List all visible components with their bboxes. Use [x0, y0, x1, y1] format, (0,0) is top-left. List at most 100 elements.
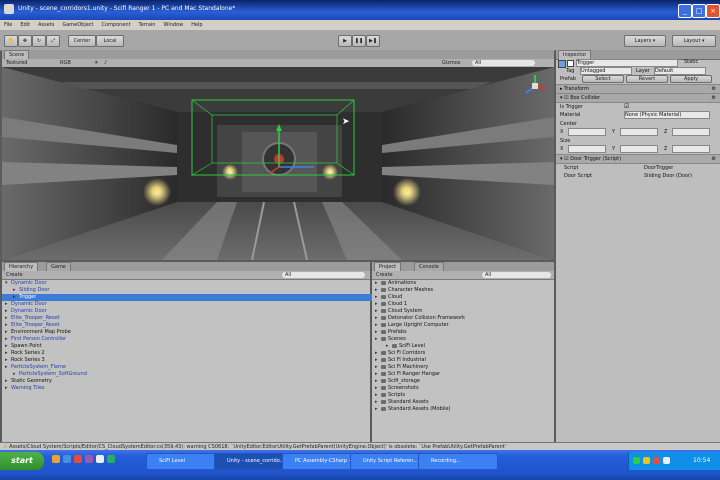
layer-dropdown[interactable]: Default — [654, 67, 706, 75]
center-y-field[interactable] — [620, 128, 658, 136]
rotate-tool-icon[interactable]: ↻ — [32, 35, 46, 47]
scene-search-input[interactable]: All — [472, 60, 535, 66]
project-folder-item[interactable]: ▸ Sci Fi Industrial — [372, 357, 557, 364]
project-folder-item[interactable]: ▸ Cloud 1 — [372, 301, 557, 308]
hierarchy-item[interactable]: ▸ Dynamic Door — [2, 308, 373, 315]
quicklaunch-icon[interactable] — [107, 455, 115, 463]
scene-viewport[interactable]: ☀ ☀ ☀ ➤ — [2, 67, 554, 260]
hierarchy-item[interactable]: ▸ Trigger — [2, 294, 381, 301]
center-x-field[interactable] — [568, 128, 606, 136]
menu-gameobject[interactable]: GameObject — [62, 20, 93, 30]
project-search-input[interactable]: All — [482, 272, 551, 278]
move-tool-icon[interactable]: ✥ — [18, 35, 32, 47]
layout-dropdown[interactable]: Layout ▾ — [672, 35, 716, 47]
hierarchy-item[interactable]: ▸ Static Geometry — [2, 378, 373, 385]
scale-tool-icon[interactable]: ⤢ — [46, 35, 60, 47]
menu-edit[interactable]: Edit — [20, 20, 30, 30]
center-z-field[interactable] — [672, 128, 710, 136]
project-folder-item[interactable]: ▸ Screenshots — [372, 385, 557, 392]
box-collider-checkbox[interactable]: ☑ — [564, 95, 568, 101]
project-folder-item[interactable]: ▸ Large Upright Computer — [372, 322, 557, 329]
hierarchy-item[interactable]: ▸ Sliding Door — [2, 287, 381, 294]
static-toggle[interactable]: Static — [684, 59, 698, 65]
gizmos-dropdown[interactable]: Gizmos — [442, 59, 460, 67]
render-mode-dropdown[interactable]: RGB — [60, 59, 71, 67]
project-folder-item[interactable]: ▸ Sci Fi Ranger Hangar — [372, 371, 557, 378]
project-folder-item[interactable]: ▸ Scifi_storage — [372, 378, 557, 385]
quicklaunch-icon[interactable] — [63, 455, 71, 463]
size-x-field[interactable] — [568, 145, 606, 153]
maximize-button[interactable]: □ — [692, 4, 706, 18]
menu-file[interactable]: File — [4, 20, 12, 30]
hierarchy-item[interactable]: ▸ Rock Series 2 — [2, 350, 373, 357]
space-toggle[interactable]: Local — [96, 35, 124, 47]
quicklaunch-icon[interactable] — [96, 455, 104, 463]
script-field[interactable]: DoorTrigger — [644, 165, 673, 171]
hierarchy-item[interactable]: ▸ Environment Map Probe — [2, 329, 373, 336]
tray-icon[interactable] — [643, 457, 650, 464]
taskbar-item[interactable]: Recording... — [418, 453, 498, 470]
quicklaunch-icon[interactable] — [74, 455, 82, 463]
project-folder-item[interactable]: ▸ Detonator Collision Framework — [372, 315, 557, 322]
component-settings-icon[interactable]: ⚙ — [712, 94, 716, 102]
step-button[interactable]: ▶❚ — [366, 35, 380, 47]
material-field[interactable]: None (Physic Material) — [624, 111, 710, 119]
project-folder-item[interactable]: ▸ Standard Assets — [372, 399, 557, 406]
prefab-apply-button[interactable]: Apply — [670, 75, 712, 83]
hierarchy-search-input[interactable]: All — [282, 272, 365, 278]
project-folder-item[interactable]: ▸ Character Meshes — [372, 287, 557, 294]
project-folder-item[interactable]: ▸ Animations — [372, 280, 557, 287]
project-folder-item[interactable]: ▸ Scenes — [372, 336, 557, 343]
menu-assets[interactable]: Assets — [38, 20, 54, 30]
close-button[interactable]: × — [706, 4, 720, 18]
prefab-revert-button[interactable]: Revert — [626, 75, 668, 83]
project-folder-item[interactable]: ▸ Scripts — [372, 392, 557, 399]
hierarchy-item[interactable]: ▸ ParticleSystem_Flame — [2, 364, 373, 371]
pause-button[interactable]: ❚❚ — [352, 35, 366, 47]
size-z-field[interactable] — [672, 145, 710, 153]
minimize-button[interactable]: _ — [678, 4, 692, 18]
hierarchy-item[interactable]: ▸ First Person Controller — [2, 336, 373, 343]
hierarchy-item[interactable]: ▸ Spawn Point — [2, 343, 373, 350]
menu-window[interactable]: Window — [163, 20, 183, 30]
project-folder-item[interactable]: ▸ Prefabs — [372, 329, 557, 336]
shading-dropdown[interactable]: Textured — [6, 59, 27, 67]
project-folder-item[interactable]: ▸ Cloud System — [372, 308, 557, 315]
point-light-icon[interactable]: ☀ — [150, 185, 163, 199]
box-collider-header[interactable]: ▾ ☑ Box Collider ⚙ — [556, 93, 720, 103]
hierarchy-create-button[interactable]: Create — [6, 271, 23, 279]
layers-dropdown[interactable]: Layers ▾ — [624, 35, 666, 47]
hierarchy-item[interactable]: ▸ Warning Tiles — [2, 385, 373, 392]
tray-icon[interactable] — [633, 457, 640, 464]
scene-lighting-icon[interactable]: ☀ — [94, 59, 98, 67]
door-script-field[interactable]: Sliding Door (Door) — [644, 173, 692, 179]
project-folder-item[interactable]: ▸ SciFi Level — [372, 343, 568, 350]
size-y-field[interactable] — [620, 145, 658, 153]
menu-help[interactable]: Help — [191, 20, 202, 30]
pivot-toggle[interactable]: Center — [68, 35, 96, 47]
hand-tool-icon[interactable]: ✋ — [4, 35, 18, 47]
scene-audio-icon[interactable]: ♪ — [104, 59, 107, 67]
tray-icon[interactable] — [663, 457, 670, 464]
component-settings-icon[interactable]: ⚙ — [712, 155, 716, 163]
prefab-select-button[interactable]: Select — [582, 75, 624, 83]
play-button[interactable]: ▶ — [338, 35, 352, 47]
is-trigger-checkbox[interactable]: ☑ — [624, 103, 629, 110]
hierarchy-item[interactable]: ▸ Dynamic Door — [2, 301, 373, 308]
hierarchy-item[interactable]: ▸ Elite_Trooper_Reset — [2, 315, 373, 322]
hierarchy-item[interactable]: ▸ Rock Series 3 — [2, 357, 373, 364]
object-name-field[interactable]: Trigger — [576, 59, 678, 67]
menu-terrain[interactable]: Terrain — [139, 20, 156, 30]
orientation-gizmo[interactable] — [522, 73, 548, 99]
menu-component[interactable]: Component — [102, 20, 131, 30]
hierarchy-item[interactable]: ▸ Elite_Trooper_Reset — [2, 322, 373, 329]
point-light-icon[interactable]: ☀ — [400, 185, 413, 199]
project-create-button[interactable]: Create — [376, 271, 393, 279]
hierarchy-item[interactable]: ▸ ParticleSystem_SoftGround — [2, 371, 381, 378]
project-folder-item[interactable]: ▸ Sci Fi Machinery — [372, 364, 557, 371]
active-checkbox[interactable] — [567, 60, 574, 67]
script-checkbox[interactable]: ☑ — [564, 156, 568, 162]
start-button[interactable]: start — [0, 452, 44, 470]
project-folder-item[interactable]: ▸ Cloud — [372, 294, 557, 301]
quicklaunch-icon[interactable] — [52, 455, 60, 463]
